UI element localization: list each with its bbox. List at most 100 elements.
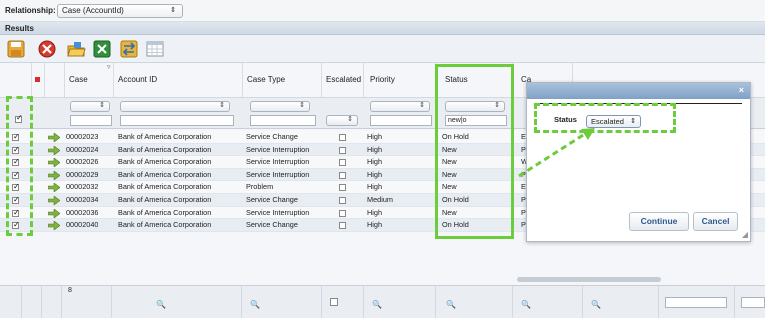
relationship-bar: Relationship: Case (AccountId) ⇕ (0, 0, 765, 22)
row-arrow-icon[interactable] (48, 208, 60, 218)
case-number-cell[interactable]: 00002024 (66, 144, 98, 157)
resize-handle-icon[interactable]: ◢ (742, 230, 748, 239)
row-arrow-icon[interactable] (48, 196, 60, 205)
dialog-titlebar: × (527, 83, 750, 99)
col-flag (32, 63, 45, 97)
row-arrow-icon[interactable] (48, 158, 60, 168)
footer-cell (322, 286, 364, 318)
results-header: Results (0, 22, 765, 35)
footer-cell (659, 286, 735, 318)
escalated-checkbox[interactable] (339, 146, 346, 154)
table-icon (146, 41, 164, 57)
escalated-checkbox[interactable] (339, 197, 346, 204)
grid-footer: 8 🔍 🔍 🔍 🔍 🔍 🔍 (0, 285, 765, 318)
footer-cell: 🔍 (513, 286, 583, 318)
footer-cell (42, 286, 62, 318)
filter-case-number-select[interactable] (70, 101, 110, 112)
col-priority[interactable]: Priority (364, 63, 436, 97)
columns-button[interactable] (145, 39, 165, 59)
magnifier-icon[interactable]: 🔍 (591, 300, 601, 309)
save-button[interactable] (6, 39, 26, 59)
row-arrow-icon[interactable] (48, 183, 60, 193)
row-arrow-icon[interactable] (48, 221, 60, 231)
horizontal-scrollbar[interactable] (517, 277, 661, 282)
escalated-checkbox[interactable] (339, 209, 346, 217)
row-arrow-icon[interactable] (48, 133, 60, 142)
filter-priority-input[interactable] (370, 115, 432, 126)
case-type-cell: Service Interruption (246, 169, 310, 179)
priority-cell: High (367, 207, 383, 217)
col-account-id[interactable]: Account ID (114, 63, 243, 97)
priority-cell: High (367, 169, 383, 179)
delete-button[interactable] (37, 39, 57, 59)
priority-cell: High (367, 144, 383, 154)
row-arrow-icon[interactable] (48, 170, 60, 180)
filter-account-select[interactable] (120, 101, 230, 112)
close-icon[interactable]: × (739, 85, 744, 95)
magnifier-icon[interactable]: 🔍 (372, 300, 382, 309)
exchange-icon (120, 40, 138, 58)
case-type-cell: Service Interruption (246, 144, 310, 154)
results-toolbar (0, 35, 765, 63)
magnifier-icon[interactable]: 🔍 (446, 300, 456, 309)
footer-input[interactable] (741, 297, 765, 308)
escalated-checkbox[interactable] (339, 171, 346, 179)
cancel-button[interactable]: Cancel (693, 212, 738, 231)
red-square-icon (35, 77, 40, 82)
relationship-select-value: Case (AccountId) (62, 6, 124, 15)
footer-input[interactable] (665, 297, 727, 308)
annotation-arrow-icon (518, 128, 595, 178)
case-type-cell: Problem (246, 182, 274, 192)
footer-cell (22, 286, 42, 318)
escalated-checkbox[interactable] (339, 159, 346, 167)
relationship-select[interactable]: Case (AccountId) ⇕ (57, 4, 183, 18)
priority-cell: High (367, 157, 383, 167)
priority-cell: Medium (367, 195, 393, 204)
case-number-cell[interactable]: 00002036 (66, 207, 98, 220)
col-case-type[interactable]: Case Type (243, 63, 322, 97)
open-button[interactable] (66, 39, 86, 59)
footer-cell: 🔍 (242, 286, 322, 318)
filter-account-input[interactable] (120, 115, 234, 126)
continue-button[interactable]: Continue (629, 212, 689, 231)
col-case-number[interactable]: Case Number ▿ (65, 63, 114, 118)
case-number-cell[interactable]: 00002029 (66, 169, 98, 182)
case-number-cell[interactable]: 00002034 (66, 194, 98, 207)
footer-count: 8 (68, 287, 72, 294)
escalated-checkbox[interactable] (339, 222, 346, 230)
escalated-checkbox[interactable] (339, 184, 346, 192)
priority-cell: High (367, 182, 383, 192)
account-cell: Bank of America Corporation (118, 195, 212, 204)
case-number-cell[interactable]: 00002023 (66, 131, 98, 144)
select-column-highlight (6, 96, 33, 236)
filter-case-type-select[interactable] (250, 101, 310, 112)
row-arrow-icon[interactable] (48, 145, 60, 155)
footer-escalated-checkbox[interactable] (330, 298, 338, 306)
case-number-cell[interactable]: 00002032 (66, 181, 98, 194)
magnifier-icon[interactable]: 🔍 (521, 300, 531, 309)
filter-priority-select[interactable] (370, 101, 430, 112)
filter-escalated-select[interactable] (326, 115, 358, 126)
footer-count-cell: 8 (62, 286, 112, 318)
mass-update-button[interactable] (119, 39, 139, 59)
magnifier-icon[interactable]: 🔍 (250, 300, 260, 309)
filter-case-number-input[interactable] (70, 115, 112, 126)
magnifier-icon[interactable]: 🔍 (156, 300, 166, 309)
case-number-cell[interactable]: 00002026 (66, 156, 98, 169)
account-cell: Bank of America Corporation (118, 220, 212, 230)
select-arrow-icon: ⇕ (170, 7, 176, 14)
filter-case-type-input[interactable] (250, 115, 316, 126)
escalated-checkbox[interactable] (339, 134, 346, 141)
case-type-cell: Service Interruption (246, 207, 310, 217)
col-action (45, 63, 65, 97)
col-select (0, 63, 32, 97)
delete-icon (38, 40, 56, 58)
account-cell: Bank of America Corporation (118, 207, 212, 217)
case-type-cell: Service Change (246, 195, 298, 204)
priority-cell: High (367, 132, 383, 141)
account-cell: Bank of America Corporation (118, 144, 212, 154)
col-escalated[interactable]: Escalated (322, 63, 364, 97)
footer-cell: 🔍 (364, 286, 436, 318)
case-number-cell[interactable]: 00002040 (66, 219, 98, 232)
case-type-cell: Service Change (246, 132, 298, 141)
